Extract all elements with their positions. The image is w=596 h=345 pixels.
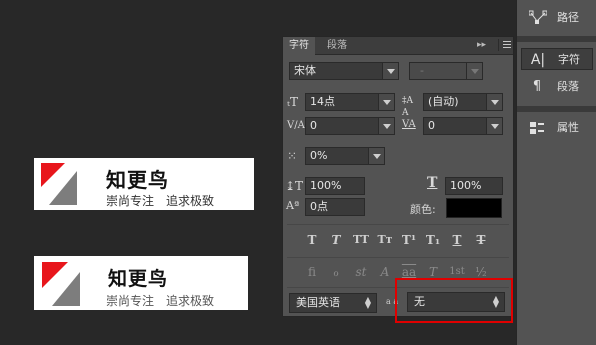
divider (287, 257, 509, 258)
chevron-down-icon (486, 94, 502, 110)
faux-italic-button[interactable]: T (326, 231, 346, 249)
leading-value: (自动) (428, 95, 459, 108)
dock-item-paths[interactable]: 路径 (521, 7, 593, 29)
kerning-icon: V/A (287, 120, 305, 131)
stylistic-alternates-button[interactable]: A (375, 263, 395, 281)
logo-mark-icon (41, 163, 77, 205)
subscript-button[interactable]: T₁ (423, 231, 443, 249)
logo-mark-icon (42, 262, 80, 306)
highlight-box (395, 278, 513, 323)
dock-divider (517, 106, 596, 112)
dock-label: 路径 (557, 11, 579, 24)
horizontal-scale-input[interactable]: 100% (445, 177, 503, 195)
vertical-scale-input[interactable]: 100% (305, 177, 365, 195)
vertical-scale-icon: ↨T (285, 179, 304, 193)
chevron-down-icon (486, 118, 502, 134)
chevron-down-icon (378, 94, 394, 110)
leading-icon: ‡A A (402, 96, 413, 118)
tab-paragraph[interactable]: 段落 (321, 37, 353, 55)
logo-tagline-a: 崇尚专注 (106, 194, 155, 208)
superscript-button[interactable]: T¹ (399, 231, 419, 249)
tsume-value: 0% (310, 149, 328, 162)
path-icon (528, 7, 548, 35)
logo-red-triangle (42, 262, 68, 288)
all-caps-button[interactable]: TT (351, 231, 371, 249)
ligature-button[interactable]: fi (302, 263, 322, 281)
tab-character[interactable]: 字符 (283, 37, 315, 55)
properties-icon (529, 117, 545, 144)
tsume-dropdown[interactable]: 0% (305, 147, 385, 165)
kerning-value: 0 (310, 119, 317, 132)
logo-tagline-a: 崇尚专注 (106, 294, 155, 308)
color-label: 颜色: (410, 203, 436, 216)
logo-red-triangle (41, 163, 65, 187)
logo-title: 知更鸟 (108, 268, 169, 290)
swash-button[interactable]: st (351, 263, 371, 281)
character-icon: A| (530, 52, 546, 68)
chevron-down-icon (466, 63, 482, 79)
tracking-value: 0 (428, 119, 435, 132)
logo-gray-shape (52, 272, 80, 306)
updown-arrows-icon: ▲ ▼ (364, 295, 371, 310)
dock-divider (517, 36, 596, 42)
dock-item-character[interactable]: A| 字符 (521, 48, 593, 70)
small-caps-button[interactable]: Tт (375, 231, 395, 249)
logo-title: 知更鸟 (106, 168, 169, 192)
strikethrough-button[interactable]: T (471, 231, 491, 249)
faux-bold-button[interactable]: T (302, 231, 322, 249)
font-size-dropdown[interactable]: 14点 (305, 93, 395, 111)
language-value: 美国英语 (296, 296, 340, 309)
logo-tagline-b: 追求极致 (166, 294, 215, 308)
color-swatch[interactable] (446, 198, 502, 218)
kerning-dropdown[interactable]: 0 (305, 117, 395, 135)
logo-card-2: 知更鸟 崇尚专注 追求极致 (34, 256, 248, 310)
panel-menu-icon[interactable] (498, 39, 512, 51)
font-size-value: 14点 (310, 95, 335, 108)
chevron-down-icon (368, 148, 384, 164)
divider (287, 224, 509, 225)
font-style-value: - (420, 64, 424, 77)
font-style-dropdown[interactable]: - (409, 62, 483, 80)
tracking-dropdown[interactable]: 0 (423, 117, 503, 135)
dock-item-properties[interactable]: 属性 (521, 117, 593, 139)
tsume-icon: ⁙ (287, 149, 298, 163)
language-dropdown[interactable]: 美国英语 ▲ ▼ (289, 293, 377, 313)
logo-card-1: 知更鸟 崇尚专注 追求极致 (34, 158, 254, 210)
dock-item-paragraph[interactable]: ¶ 段落 (521, 76, 593, 98)
tracking-icon: VA (402, 119, 416, 130)
baseline-shift-icon: Aª (286, 199, 300, 212)
dock-label: 字符 (558, 53, 580, 66)
logo-tagline-b: 追求极致 (166, 194, 215, 208)
character-panel: 字符 段落 ▸▸ 宋体 - ₜT 14点 ‡A A (自动) V/A 0 VA 0… (282, 36, 514, 317)
logo-tagline: 崇尚专注 追求极致 (106, 192, 214, 209)
leading-dropdown[interactable]: (自动) (423, 93, 503, 111)
chevron-down-icon (382, 63, 398, 79)
logo-gray-shape (49, 171, 77, 205)
discretionary-ligature-button[interactable]: ℴ (326, 263, 346, 281)
horizontal-scale-icon: T (427, 175, 438, 191)
chevron-down-icon (378, 118, 394, 134)
baseline-shift-input[interactable]: 0点 (305, 198, 365, 216)
dock-label: 属性 (557, 121, 579, 134)
paragraph-icon: ¶ (532, 79, 542, 94)
panel-tabbar: 字符 段落 ▸▸ (283, 37, 513, 55)
font-family-value: 宋体 (294, 64, 316, 77)
dock-label: 段落 (557, 80, 579, 93)
underline-button[interactable]: T (447, 231, 467, 249)
font-family-dropdown[interactable]: 宋体 (289, 62, 399, 80)
collapse-arrows-icon[interactable]: ▸▸ (477, 40, 486, 50)
logo-tagline: 崇尚专注 追求极致 (106, 292, 214, 309)
right-dock: 路径 A| 字符 ¶ 段落 属性 (516, 0, 596, 345)
font-size-icon: ₜT (287, 95, 298, 109)
